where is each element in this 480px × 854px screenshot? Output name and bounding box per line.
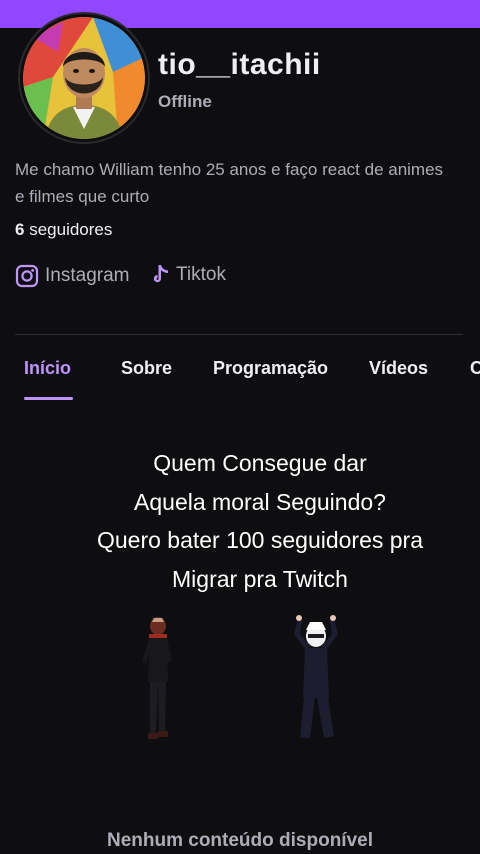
- active-tab-indicator: [24, 397, 73, 400]
- tab-sobre[interactable]: Sobre: [121, 358, 172, 379]
- avatar[interactable]: [20, 14, 148, 142]
- follower-label: seguidores: [29, 220, 113, 239]
- caption-line: Quero bater 100 seguidores pra: [96, 527, 424, 553]
- social-link-instagram[interactable]: Instagram: [15, 264, 129, 288]
- live-status: Offline: [158, 92, 212, 111]
- character-left-image: [138, 612, 178, 749]
- channel-tabs: Início Sobre Programação Vídeos C: [0, 358, 480, 402]
- social-link-tiktok[interactable]: Tiktok: [150, 264, 226, 286]
- instagram-icon: [15, 264, 39, 288]
- tab-programacao[interactable]: Programação: [213, 358, 328, 379]
- caption-line: Aquela moral Seguindo?: [134, 488, 386, 515]
- caption-line: Quem Consegue dar: [153, 450, 367, 476]
- channel-bio: Me chamo William tenho 25 anos e faço re…: [15, 160, 444, 206]
- caption-line: Migrar pra Twitch: [172, 565, 348, 592]
- channel-username: tio__itachii: [158, 48, 321, 81]
- social-label: Instagram: [45, 265, 130, 286]
- overlay-caption: Quem Consegue dar Aquela moral Seguindo?…: [0, 444, 480, 598]
- avatar-image: [23, 17, 145, 139]
- follower-number: 6: [15, 220, 25, 239]
- tab-more[interactable]: C: [470, 358, 480, 379]
- tiktok-icon: [150, 264, 170, 286]
- section-divider: [15, 334, 463, 335]
- follower-count: 6 seguidores: [15, 220, 112, 240]
- empty-state-message: Nenhum conteúdo disponível: [106, 830, 373, 851]
- social-label: Tiktok: [176, 264, 226, 285]
- character-right-image: [286, 612, 346, 747]
- profile-page: tio__itachii Offline Me chamo William te…: [0, 0, 480, 854]
- tab-videos[interactable]: Vídeos: [369, 358, 428, 379]
- tab-inicio[interactable]: Início: [24, 358, 71, 379]
